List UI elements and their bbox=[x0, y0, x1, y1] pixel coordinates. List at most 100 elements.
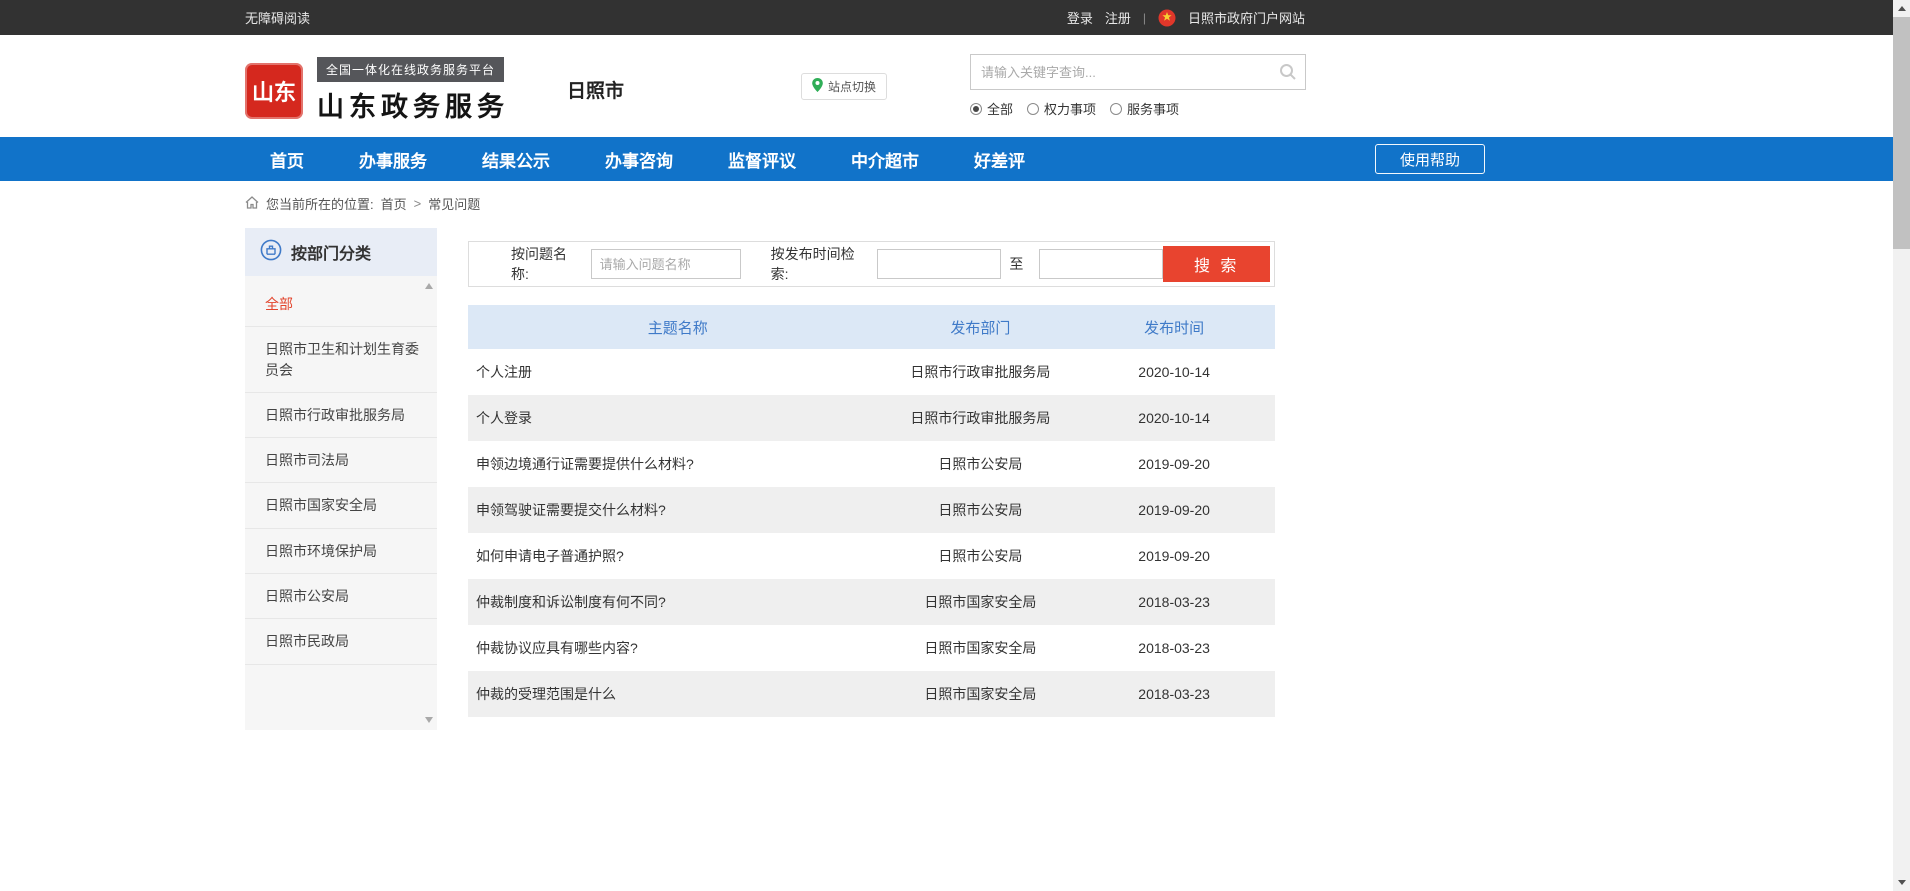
question-name-input[interactable] bbox=[591, 249, 741, 279]
faq-table-header: 主题名称 发布部门 发布时间 bbox=[468, 305, 1275, 349]
department-sidebar: 按部门分类 全部日照市卫生和计划生育委员会日照市行政审批服务局日照市司法局日照市… bbox=[245, 228, 437, 730]
sidebar-scroll-up-icon[interactable] bbox=[425, 283, 433, 289]
search-scope-option[interactable]: 权力事项 bbox=[1027, 99, 1096, 118]
sidebar-item[interactable]: 日照市行政审批服务局 bbox=[245, 393, 437, 438]
date-filter-label: 按发布时间检索: bbox=[771, 244, 870, 284]
accessibility-link[interactable]: 无障碍阅读 bbox=[245, 8, 310, 27]
sidebar-item[interactable]: 日照市司法局 bbox=[245, 438, 437, 483]
question-title[interactable]: 个人注册 bbox=[468, 349, 888, 395]
sidebar-item[interactable]: 日照市卫生和计划生育委员会 bbox=[245, 327, 437, 393]
table-row[interactable]: 如何申请电子普通护照? 日照市公安局 2019-09-20 bbox=[468, 533, 1275, 579]
nav-item[interactable]: 办事服务 bbox=[359, 147, 427, 172]
sidebar-item[interactable]: 日照市环境保护局 bbox=[245, 529, 437, 574]
browser-scrollbar[interactable] bbox=[1893, 0, 1910, 891]
help-button[interactable]: 使用帮助 bbox=[1375, 144, 1485, 174]
date-from-input[interactable] bbox=[877, 249, 1001, 279]
table-row[interactable]: 申领边境通行证需要提供什么材料? 日照市公安局 2019-09-20 bbox=[468, 441, 1275, 487]
search-scope-option[interactable]: 全部 bbox=[970, 99, 1013, 118]
question-title[interactable]: 个人登录 bbox=[468, 395, 888, 441]
breadcrumb: 您当前所在的位置: 首页 > 常见问题 bbox=[245, 194, 1485, 213]
sidebar-item[interactable]: 日照市国家安全局 bbox=[245, 483, 437, 528]
publish-department: 日照市行政审批服务局 bbox=[888, 395, 1074, 441]
question-title[interactable]: 申领边境通行证需要提供什么材料? bbox=[468, 441, 888, 487]
brand-title: 山东政务服务 bbox=[317, 85, 509, 124]
table-row[interactable]: 申领驾驶证需要提交什么材料? 日照市公安局 2019-09-20 bbox=[468, 487, 1275, 533]
radio-icon bbox=[970, 103, 982, 115]
publish-date: 2018-03-23 bbox=[1073, 671, 1275, 717]
sidebar-scroll-down-icon[interactable] bbox=[425, 717, 433, 723]
scrollbar-up-icon[interactable] bbox=[1893, 0, 1910, 17]
faq-content: 按问题名称: 按发布时间检索: 至 搜 索 主题名称 发布部门 发布时间 bbox=[468, 228, 1275, 717]
question-title[interactable]: 申领驾驶证需要提交什么材料? bbox=[468, 487, 888, 533]
nav-items: 首页 办事服务 结果公示 办事咨询 监督评议 中介超市 好差评 bbox=[245, 147, 1025, 172]
name-filter-label: 按问题名称: bbox=[511, 244, 583, 284]
date-to-label: 至 bbox=[1009, 254, 1023, 274]
breadcrumb-prefix: 您当前所在的位置: bbox=[266, 194, 374, 213]
search-box bbox=[970, 54, 1306, 90]
site-switch-button[interactable]: 站点切换 bbox=[801, 73, 887, 100]
publish-date: 2020-10-14 bbox=[1073, 349, 1275, 395]
main-nav: 首页 办事服务 结果公示 办事咨询 监督评议 中介超市 好差评 使用帮助 bbox=[0, 137, 1910, 181]
search-area: 全部 权力事项 服务事项 bbox=[970, 54, 1306, 118]
nav-item[interactable]: 办事咨询 bbox=[605, 147, 673, 172]
column-header-dept: 发布部门 bbox=[888, 305, 1074, 349]
radio-icon bbox=[1110, 103, 1122, 115]
radio-label: 权力事项 bbox=[1044, 99, 1096, 118]
publish-department: 日照市公安局 bbox=[888, 441, 1074, 487]
sidebar-body: 全部日照市卫生和计划生育委员会日照市行政审批服务局日照市司法局日照市国家安全局日… bbox=[245, 276, 437, 730]
home-icon bbox=[245, 196, 259, 212]
category-icon bbox=[260, 239, 282, 266]
national-emblem-icon bbox=[1158, 9, 1176, 27]
question-title[interactable]: 仲裁协议应具有哪些内容? bbox=[468, 625, 888, 671]
table-row[interactable]: 仲裁协议应具有哪些内容? 日照市国家安全局 2018-03-23 bbox=[468, 625, 1275, 671]
topbar-inner: 无障碍阅读 登录 注册 | 日照市政府门户网站 bbox=[245, 0, 1305, 35]
search-icon[interactable] bbox=[1271, 55, 1305, 89]
sidebar-item[interactable]: 全部 bbox=[245, 282, 437, 327]
table-row[interactable]: 个人注册 日照市行政审批服务局 2020-10-14 bbox=[468, 349, 1275, 395]
department-list: 全部日照市卫生和计划生育委员会日照市行政审批服务局日照市司法局日照市国家安全局日… bbox=[245, 282, 437, 665]
question-title[interactable]: 如何申请电子普通护照? bbox=[468, 533, 888, 579]
location-pin-icon bbox=[812, 78, 823, 95]
scrollbar-down-icon[interactable] bbox=[1893, 874, 1910, 891]
radio-icon bbox=[1027, 103, 1039, 115]
nav-item[interactable]: 好差评 bbox=[974, 147, 1025, 172]
nav-item[interactable]: 首页 bbox=[270, 147, 304, 172]
nav-item[interactable]: 中介超市 bbox=[851, 147, 919, 172]
table-row[interactable]: 仲裁的受理范围是什么 日照市国家安全局 2018-03-23 bbox=[468, 671, 1275, 717]
column-header-date: 发布时间 bbox=[1073, 305, 1275, 349]
logo-group[interactable]: 山东 全国一体化在线政务服务平台 山东政务服务 bbox=[245, 57, 509, 124]
topbar-right: 登录 注册 | 日照市政府门户网站 bbox=[1067, 8, 1305, 27]
search-button[interactable]: 搜 索 bbox=[1163, 246, 1270, 282]
nav-item[interactable]: 监督评议 bbox=[728, 147, 796, 172]
keyword-search-input[interactable] bbox=[971, 65, 1271, 80]
table-row[interactable]: 仲裁制度和诉讼制度有何不同? 日照市国家安全局 2018-03-23 bbox=[468, 579, 1275, 625]
publish-department: 日照市国家安全局 bbox=[888, 671, 1074, 717]
city-name: 日照市 bbox=[567, 76, 624, 103]
search-scope-option[interactable]: 服务事项 bbox=[1110, 99, 1179, 118]
sidebar-item[interactable]: 日照市民政局 bbox=[245, 619, 437, 664]
sidebar-title: 按部门分类 bbox=[291, 240, 371, 264]
question-title[interactable]: 仲裁制度和诉讼制度有何不同? bbox=[468, 579, 888, 625]
nav-item[interactable]: 结果公示 bbox=[482, 147, 550, 172]
question-title[interactable]: 仲裁的受理范围是什么 bbox=[468, 671, 888, 717]
faq-table: 主题名称 发布部门 发布时间 个人注册 日照市行政审批服务局 2020-10-1… bbox=[468, 305, 1275, 717]
table-row[interactable]: 个人登录 日照市行政审批服务局 2020-10-14 bbox=[468, 395, 1275, 441]
breadcrumb-current: 常见问题 bbox=[428, 194, 480, 213]
date-to-input[interactable] bbox=[1039, 249, 1163, 279]
register-link[interactable]: 注册 bbox=[1105, 8, 1131, 27]
scrollbar-thumb[interactable] bbox=[1893, 17, 1910, 249]
filter-bar: 按问题名称: 按发布时间检索: 至 搜 索 bbox=[468, 241, 1275, 287]
publish-date: 2019-09-20 bbox=[1073, 487, 1275, 533]
portal-link[interactable]: 日照市政府门户网站 bbox=[1188, 8, 1305, 27]
faq-table-body: 个人注册 日照市行政审批服务局 2020-10-14 个人登录 日照市行政审批服… bbox=[468, 349, 1275, 717]
login-link[interactable]: 登录 bbox=[1067, 8, 1093, 27]
breadcrumb-home-link[interactable]: 首页 bbox=[381, 194, 407, 213]
platform-badge: 全国一体化在线政务服务平台 bbox=[317, 57, 504, 82]
sidebar-header: 按部门分类 bbox=[245, 228, 437, 276]
search-scope-options: 全部 权力事项 服务事项 bbox=[970, 99, 1306, 118]
shandong-seal-logo: 山东 bbox=[245, 63, 303, 119]
publish-date: 2019-09-20 bbox=[1073, 441, 1275, 487]
site-switch-label: 站点切换 bbox=[828, 78, 876, 95]
publish-date: 2020-10-14 bbox=[1073, 395, 1275, 441]
sidebar-item[interactable]: 日照市公安局 bbox=[245, 574, 437, 619]
